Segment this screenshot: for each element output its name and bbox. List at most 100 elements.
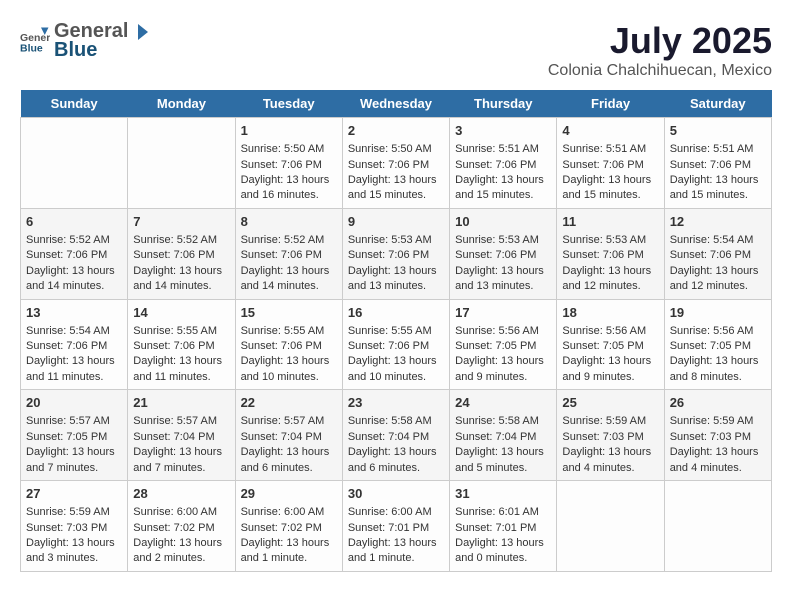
day-detail: Sunrise: 5:59 AM xyxy=(670,414,766,429)
calendar-cell: 2Sunrise: 5:50 AMSunset: 7:06 PMDaylight… xyxy=(342,118,449,209)
day-number: 26 xyxy=(670,394,766,412)
calendar-cell: 17 Sunrise: 5:56 AMSunset: 7:05 PMDayligh… xyxy=(450,299,557,390)
day-detail: Sunset: 7:06 PM xyxy=(241,339,337,354)
day-detail: Sunrise: 5:57 AM xyxy=(241,414,337,429)
day-detail: Daylight: 13 hours and 5 minutes. xyxy=(455,445,551,476)
subtitle: Colonia Chalchihuecan, Mexico xyxy=(548,62,772,80)
day-number: 28 xyxy=(133,485,229,503)
calendar-cell xyxy=(21,118,128,209)
day-number: 9 xyxy=(348,213,444,231)
day-detail: Sunrise: 5:54 AM xyxy=(670,233,766,248)
day-detail: Sunrise: 6:00 AM xyxy=(348,505,444,520)
day-detail: Sunset: 7:04 PM xyxy=(133,430,229,445)
day-detail: Sunset: 7:01 PM xyxy=(455,521,551,536)
day-header-friday: Friday xyxy=(557,90,664,118)
calendar-cell: 14Sunrise: 5:55 AMSunset: 7:06 PMDayligh… xyxy=(128,299,235,390)
calendar-cell: 15Sunrise: 5:55 AMSunset: 7:06 PMDayligh… xyxy=(235,299,342,390)
day-detail: Daylight: 13 hours and 6 minutes. xyxy=(241,445,337,476)
day-number: 14 xyxy=(133,304,229,322)
calendar-cell: 29Sunrise: 6:00 AMSunset: 7:02 PMDayligh… xyxy=(235,481,342,572)
day-detail: Sunset: 7:05 PM xyxy=(26,430,122,445)
day-detail: Sunrise: 5:53 AM xyxy=(348,233,444,248)
day-detail: Sunset: 7:06 PM xyxy=(455,248,551,263)
day-number: 17 xyxy=(455,304,551,322)
week-row-4: 20Sunrise: 5:57 AMSunset: 7:05 PMDayligh… xyxy=(21,390,772,481)
day-detail: Sunrise: 6:00 AM xyxy=(133,505,229,520)
calendar-cell: 12Sunrise: 5:54 AMSunset: 7:06 PMDayligh… xyxy=(664,208,771,299)
calendar-cell: 7Sunrise: 5:52 AMSunset: 7:06 PMDaylight… xyxy=(128,208,235,299)
calendar-cell: 20Sunrise: 5:57 AMSunset: 7:05 PMDayligh… xyxy=(21,390,128,481)
day-detail: Daylight: 13 hours and 15 minutes. xyxy=(670,173,766,204)
day-detail: Daylight: 13 hours and 8 minutes. xyxy=(670,354,766,385)
calendar-cell: 10Sunrise: 5:53 AMSunset: 7:06 PMDayligh… xyxy=(450,208,557,299)
day-number: 1 xyxy=(241,122,337,140)
day-detail: Daylight: 13 hours and 4 minutes. xyxy=(670,445,766,476)
day-number: 6 xyxy=(26,213,122,231)
day-detail: Daylight: 13 hours and 15 minutes. xyxy=(562,173,658,204)
day-detail: Daylight: 13 hours and 10 minutes. xyxy=(348,354,444,385)
day-number: 30 xyxy=(348,485,444,503)
svg-text:Blue: Blue xyxy=(20,43,43,55)
day-detail: Sunrise: 5:55 AM xyxy=(348,324,444,339)
day-detail: Sunset: 7:06 PM xyxy=(670,248,766,263)
day-number: 10 xyxy=(455,213,551,231)
day-header-wednesday: Wednesday xyxy=(342,90,449,118)
calendar-cell: 18Sunrise: 5:56 AMSunset: 7:05 PMDayligh… xyxy=(557,299,664,390)
day-detail: Daylight: 13 hours and 1 minute. xyxy=(241,536,337,567)
day-number: 21 xyxy=(133,394,229,412)
day-detail: Sunset: 7:06 PM xyxy=(562,158,658,173)
day-detail: Sunset: 7:05 PM xyxy=(670,339,766,354)
day-detail: Daylight: 13 hours and 1 minute. xyxy=(348,536,444,567)
calendar-cell: 26Sunrise: 5:59 AMSunset: 7:03 PMDayligh… xyxy=(664,390,771,481)
day-number: 12 xyxy=(670,213,766,231)
day-detail: Sunset: 7:06 PM xyxy=(670,158,766,173)
day-detail: Daylight: 13 hours and 9 minutes. xyxy=(455,354,551,385)
day-number: 16 xyxy=(348,304,444,322)
day-detail: Sunset: 7:06 PM xyxy=(133,248,229,263)
day-detail: Sunrise: 5:57 AM xyxy=(133,414,229,429)
calendar-cell: 3Sunrise: 5:51 AMSunset: 7:06 PMDaylight… xyxy=(450,118,557,209)
calendar-table: SundayMondayTuesdayWednesdayThursdayFrid… xyxy=(20,90,772,572)
calendar-cell: 13Sunrise: 5:54 AMSunset: 7:06 PMDayligh… xyxy=(21,299,128,390)
week-row-3: 13Sunrise: 5:54 AMSunset: 7:06 PMDayligh… xyxy=(21,299,772,390)
calendar-cell: 28Sunrise: 6:00 AMSunset: 7:02 PMDayligh… xyxy=(128,481,235,572)
calendar-cell: 25Sunrise: 5:59 AMSunset: 7:03 PMDayligh… xyxy=(557,390,664,481)
calendar-cell: 8Sunrise: 5:52 AMSunset: 7:06 PMDaylight… xyxy=(235,208,342,299)
day-header-monday: Monday xyxy=(128,90,235,118)
day-number: 5 xyxy=(670,122,766,140)
day-detail: Sunrise: 5:53 AM xyxy=(562,233,658,248)
calendar-cell: 4Sunrise: 5:51 AMSunset: 7:06 PMDaylight… xyxy=(557,118,664,209)
day-detail: Daylight: 13 hours and 15 minutes. xyxy=(455,173,551,204)
day-detail: Daylight: 13 hours and 6 minutes. xyxy=(348,445,444,476)
day-detail: Sunset: 7:01 PM xyxy=(348,521,444,536)
day-number: 3 xyxy=(455,122,551,140)
day-detail: Daylight: 13 hours and 16 minutes. xyxy=(241,173,337,204)
calendar-cell: 16Sunrise: 5:55 AMSunset: 7:06 PMDayligh… xyxy=(342,299,449,390)
calendar-cell xyxy=(128,118,235,209)
day-number: 7 xyxy=(133,213,229,231)
day-detail: Sunrise: 5:56 AM xyxy=(670,324,766,339)
calendar-cell: 19Sunrise: 5:56 AMSunset: 7:05 PMDayligh… xyxy=(664,299,771,390)
day-detail: Daylight: 13 hours and 9 minutes. xyxy=(562,354,658,385)
day-detail: Sunset: 7:05 PM xyxy=(455,339,551,354)
day-number: 13 xyxy=(26,304,122,322)
day-number: 24 xyxy=(455,394,551,412)
day-detail: Sunset: 7:04 PM xyxy=(241,430,337,445)
day-detail: Sunset: 7:03 PM xyxy=(562,430,658,445)
day-detail: Sunset: 7:06 PM xyxy=(348,158,444,173)
calendar-cell: 1Sunrise: 5:50 AMSunset: 7:06 PMDaylight… xyxy=(235,118,342,209)
day-detail: Sunrise: 5:59 AM xyxy=(26,505,122,520)
day-detail: Sunrise: 5:52 AM xyxy=(241,233,337,248)
day-detail: Sunset: 7:04 PM xyxy=(348,430,444,445)
day-detail: Sunrise: 5:50 AM xyxy=(348,142,444,157)
day-detail: Sunrise: 5:56 AM xyxy=(455,324,551,339)
day-detail: Sunrise: 5:58 AM xyxy=(455,414,551,429)
calendar-cell: 11Sunrise: 5:53 AMSunset: 7:06 PMDayligh… xyxy=(557,208,664,299)
day-detail: Daylight: 13 hours and 2 minutes. xyxy=(133,536,229,567)
day-detail: Daylight: 13 hours and 14 minutes. xyxy=(241,264,337,295)
day-detail: Sunrise: 5:51 AM xyxy=(562,142,658,157)
day-detail: Sunrise: 6:00 AM xyxy=(241,505,337,520)
day-detail: Sunrise: 5:53 AM xyxy=(455,233,551,248)
day-number: 29 xyxy=(241,485,337,503)
calendar-cell: 30 Sunrise: 6:00 AMSunset: 7:01 PMDayligh… xyxy=(342,481,449,572)
